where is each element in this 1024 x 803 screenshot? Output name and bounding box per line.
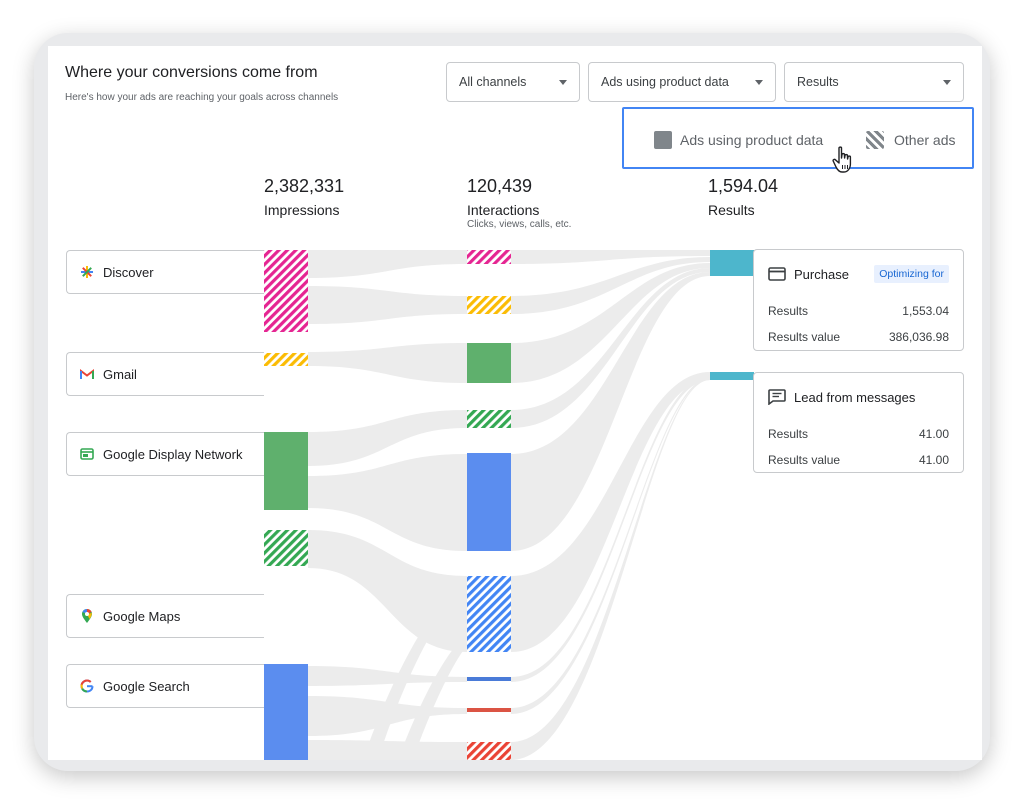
channel-display-network[interactable]: Google Display Network xyxy=(66,432,264,476)
display-other-bar xyxy=(264,530,308,566)
display-other-interaction-bar xyxy=(467,410,511,428)
value-row-value: 386,036.98 xyxy=(888,330,949,344)
interactions-column xyxy=(467,250,511,760)
lead-card-header: Lead from messages xyxy=(768,373,949,421)
display-product-bar xyxy=(264,432,308,510)
channel-label: Discover xyxy=(103,264,154,280)
gmail-icon xyxy=(79,366,95,382)
results-row-label: Results xyxy=(768,304,809,318)
purchase-card[interactable]: Purchase Optimizing for Results 1,553.04… xyxy=(753,249,964,351)
purchase-results-bar xyxy=(710,250,754,276)
flow-link xyxy=(308,286,467,324)
impressions-column xyxy=(264,250,308,760)
value-row-value: 41.00 xyxy=(918,453,949,467)
results-row-label: Results xyxy=(768,427,809,441)
red-other-interaction-bar xyxy=(467,742,511,760)
lead-value-row: Results value 41.00 xyxy=(768,447,949,473)
message-icon xyxy=(768,389,786,405)
credit-card-icon xyxy=(768,267,786,281)
channel-discover[interactable]: Discover xyxy=(66,250,264,294)
value-row-label: Results value xyxy=(768,453,841,467)
results-row-value: 41.00 xyxy=(918,427,949,441)
purchase-card-title: Purchase xyxy=(794,266,849,282)
search-product-bar xyxy=(264,664,308,760)
google-g-icon xyxy=(79,678,95,694)
blue-thin-interaction-bar xyxy=(467,677,511,681)
red-thin-interaction-bar xyxy=(467,708,511,712)
gmail-other-bar xyxy=(264,353,308,366)
discover-icon xyxy=(79,264,95,280)
lead-card[interactable]: Lead from messages Results 41.00 Results… xyxy=(753,372,964,473)
lead-results-bar xyxy=(710,372,754,380)
value-row-label: Results value xyxy=(768,330,841,344)
channel-gmail[interactable]: Gmail xyxy=(66,352,264,396)
discover-interaction-bar xyxy=(467,250,511,264)
flow-link xyxy=(511,378,710,714)
display-product-interaction-bar xyxy=(467,343,511,383)
flow-link xyxy=(308,740,467,760)
gmail-interaction-bar xyxy=(467,296,511,314)
purchase-value-row: Results value 386,036.98 xyxy=(768,324,949,350)
conversions-panel: Where your conversions come from Here's … xyxy=(48,46,982,760)
search-other-interaction-bar xyxy=(467,576,511,652)
channel-label: Gmail xyxy=(103,366,137,382)
results-row-value: 1,553.04 xyxy=(902,304,949,318)
flow-link xyxy=(308,343,467,383)
lead-card-title: Lead from messages xyxy=(794,389,916,405)
maps-pin-icon xyxy=(79,608,95,624)
discover-other-bar xyxy=(264,250,308,332)
lead-results-row: Results 41.00 xyxy=(768,421,949,447)
channel-search[interactable]: Google Search xyxy=(66,664,264,708)
optimizing-badge: Optimizing for xyxy=(874,265,949,283)
flow-link xyxy=(308,250,467,278)
results-column xyxy=(710,250,754,380)
channel-label: Google Search xyxy=(103,678,190,694)
channel-label: Google Maps xyxy=(103,608,181,624)
channel-label: Google Display Network xyxy=(103,446,243,462)
display-network-icon xyxy=(79,446,95,462)
purchase-card-header: Purchase Optimizing for xyxy=(768,250,949,298)
channel-maps[interactable]: Google Maps xyxy=(66,594,264,638)
purchase-results-row: Results 1,553.04 xyxy=(768,298,949,324)
search-product-interaction-bar xyxy=(467,453,511,551)
